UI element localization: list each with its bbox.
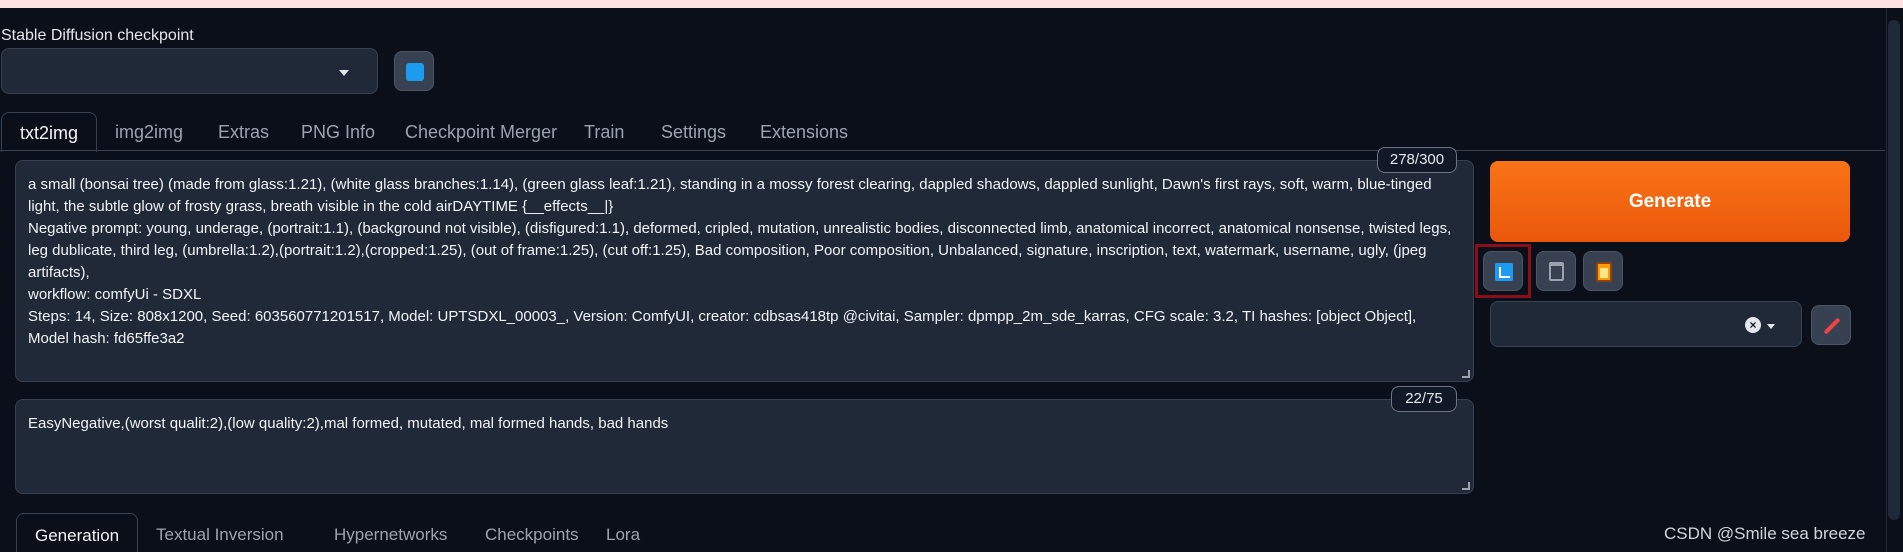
paste-style-button[interactable] bbox=[1583, 251, 1623, 291]
main-tabs: txt2img img2img Extras PNG Info Checkpoi… bbox=[0, 112, 1885, 152]
tab-txt2img[interactable]: txt2img bbox=[1, 112, 98, 152]
close-icon[interactable]: × bbox=[1745, 317, 1761, 333]
subtab-checkpoints[interactable]: Checkpoints bbox=[467, 513, 597, 552]
checkpoint-dropdown[interactable] bbox=[1, 48, 378, 94]
generate-button[interactable]: Generate bbox=[1490, 161, 1850, 242]
tab-checkpoint-merger[interactable]: Checkpoint Merger bbox=[387, 112, 575, 152]
edit-styles-button[interactable] bbox=[1811, 305, 1851, 345]
refresh-icon bbox=[406, 63, 424, 81]
subtab-generation[interactable]: Generation bbox=[16, 513, 139, 552]
tab-extras[interactable]: Extras bbox=[200, 112, 287, 152]
extra-networks-tabs: Generation Textual Inversion Hypernetwor… bbox=[15, 513, 1875, 552]
clipboard-icon bbox=[1596, 262, 1612, 282]
tabs-divider bbox=[0, 150, 1885, 151]
scrollbar-thumb[interactable] bbox=[1888, 20, 1900, 520]
resize-handle-icon[interactable] bbox=[1462, 370, 1470, 378]
negative-prompt-text: EasyNegative,(worst qualit:2),(low quali… bbox=[28, 415, 669, 432]
prompt-line: a small (bonsai tree) (made from glass:1… bbox=[28, 176, 1432, 215]
tab-extensions[interactable]: Extensions bbox=[742, 112, 866, 152]
prompt-textarea[interactable]: a small (bonsai tree) (made from glass:1… bbox=[15, 160, 1474, 382]
subtab-hypernetworks[interactable]: Hypernetworks bbox=[316, 513, 465, 552]
prompt-line: Steps: 14, Size: 808x1200, Seed: 6035607… bbox=[28, 308, 1417, 347]
tab-png-info[interactable]: PNG Info bbox=[283, 112, 393, 152]
tab-train[interactable]: Train bbox=[566, 112, 642, 152]
paintbrush-icon bbox=[1823, 317, 1841, 335]
chevron-down-icon bbox=[1767, 324, 1775, 329]
styles-dropdown[interactable]: × bbox=[1490, 301, 1802, 347]
tab-settings[interactable]: Settings bbox=[643, 112, 744, 152]
negative-token-counter: 22/75 bbox=[1391, 386, 1457, 412]
checkpoint-label: Stable Diffusion checkpoint bbox=[1, 27, 194, 44]
prompt-line: workflow: comfyUi - SDXL bbox=[28, 286, 202, 303]
read-params-button[interactable] bbox=[1483, 251, 1523, 291]
subtab-lora[interactable]: Lora bbox=[588, 513, 658, 552]
clear-prompt-button[interactable] bbox=[1536, 251, 1576, 291]
arrow-down-left-icon bbox=[1495, 263, 1513, 281]
prompt-line: Negative prompt: young, underage, (portr… bbox=[28, 220, 1452, 281]
resize-handle-icon[interactable] bbox=[1462, 482, 1470, 490]
tab-img2img[interactable]: img2img bbox=[97, 112, 201, 152]
subtab-textual-inversion[interactable]: Textual Inversion bbox=[138, 513, 302, 552]
refresh-checkpoint-button[interactable] bbox=[394, 51, 434, 91]
watermark: CSDN @Smile sea breeze bbox=[1664, 524, 1866, 543]
prompt-token-counter: 278/300 bbox=[1377, 147, 1457, 173]
top-banner bbox=[0, 0, 1903, 8]
negative-prompt-textarea[interactable]: EasyNegative,(worst qualit:2),(low quali… bbox=[15, 399, 1474, 494]
chevron-down-icon bbox=[339, 70, 349, 76]
trash-icon bbox=[1549, 262, 1564, 281]
